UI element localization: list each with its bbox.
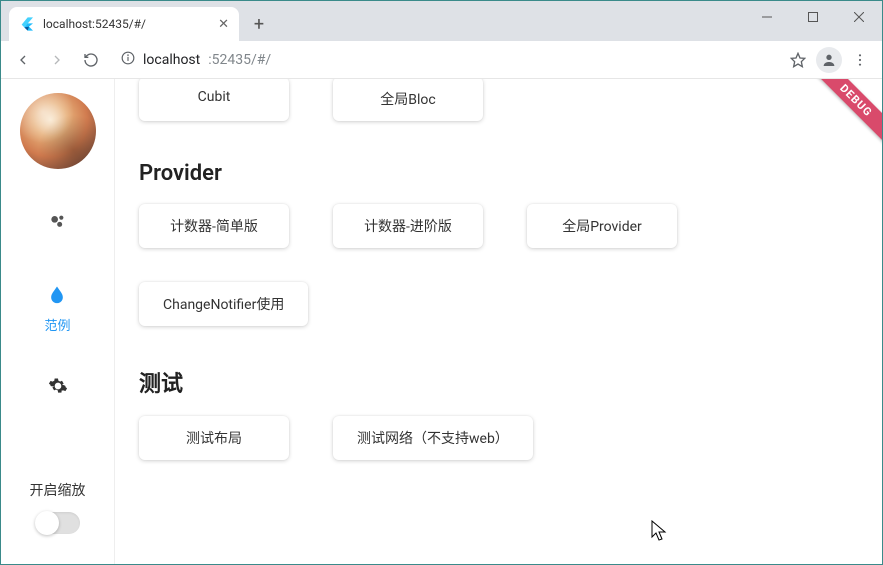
section-title-test: 测试	[139, 366, 858, 398]
user-avatar[interactable]	[20, 93, 96, 169]
card-cubit[interactable]: Cubit	[139, 79, 289, 121]
close-window-button[interactable]	[836, 1, 882, 33]
card-change-notifier[interactable]: ChangeNotifier使用	[139, 282, 308, 326]
card-counter-advanced[interactable]: 计数器-进阶版	[333, 204, 483, 248]
app-body: 范例 开启缩放 DEBUG Cubit 全局Bloc Provider 计数器-…	[1, 79, 882, 564]
profile-avatar-icon[interactable]	[816, 47, 842, 73]
sidebar: 范例 开启缩放	[1, 79, 115, 564]
minimize-button[interactable]	[744, 1, 790, 33]
card-row: ChangeNotifier使用	[139, 282, 858, 326]
content-area: DEBUG Cubit 全局Bloc Provider 计数器-简单版 计数器-…	[115, 79, 882, 564]
card-row: 计数器-简单版 计数器-进阶版 全局Provider	[139, 204, 858, 248]
forward-button[interactable]	[43, 46, 71, 74]
bubbles-icon	[48, 211, 68, 236]
chrome-menu-icon[interactable]	[846, 46, 874, 74]
card-row: 测试布局 测试网络（不支持web）	[139, 416, 858, 460]
zoom-toggle[interactable]	[36, 512, 80, 534]
address-bar: localhost :52435/#/	[1, 41, 882, 79]
sidebar-item-label: 范例	[44, 315, 70, 334]
reload-button[interactable]	[77, 46, 105, 74]
card-global-provider[interactable]: 全局Provider	[527, 204, 677, 248]
new-tab-button[interactable]: +	[245, 10, 273, 38]
zoom-toggle-label: 开启缩放	[30, 480, 86, 500]
card-global-bloc[interactable]: 全局Bloc	[333, 79, 483, 121]
section-title-provider: Provider	[139, 161, 858, 186]
browser-tab[interactable]: localhost:52435/#/ ✕	[9, 7, 239, 41]
card-counter-simple[interactable]: 计数器-简单版	[139, 204, 289, 248]
card-test-network[interactable]: 测试网络（不支持web）	[333, 416, 533, 460]
bookmark-star-icon[interactable]	[784, 46, 812, 74]
window-controls	[744, 1, 882, 33]
sidebar-item-examples[interactable]: 范例	[44, 284, 70, 334]
flutter-icon	[19, 16, 35, 32]
card-test-layout[interactable]: 测试布局	[139, 416, 289, 460]
maximize-button[interactable]	[790, 1, 836, 33]
drop-icon	[47, 284, 67, 309]
site-info-icon[interactable]	[121, 51, 135, 69]
sidebar-item-bubbles[interactable]	[48, 211, 68, 242]
close-tab-icon[interactable]: ✕	[218, 17, 229, 32]
url-path: :52435/#/	[208, 52, 271, 68]
back-button[interactable]	[9, 46, 37, 74]
tab-title: localhost:52435/#/	[43, 17, 210, 31]
url-field[interactable]: localhost :52435/#/	[111, 46, 772, 74]
toggle-thumb	[35, 511, 59, 535]
sidebar-item-settings[interactable]	[48, 376, 68, 407]
card-row: Cubit 全局Bloc	[139, 79, 858, 121]
url-host: localhost	[143, 52, 200, 68]
gear-icon	[48, 376, 68, 401]
